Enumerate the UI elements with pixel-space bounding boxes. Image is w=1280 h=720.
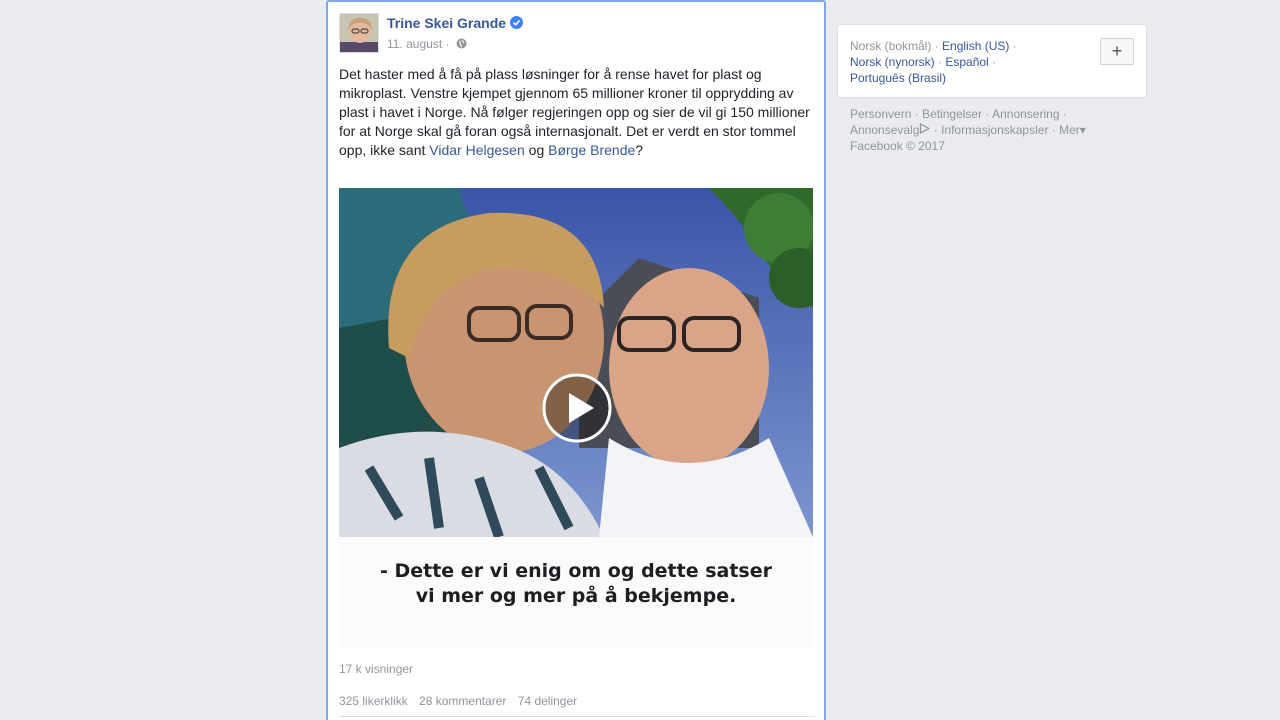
post-date[interactable]: 11. august bbox=[387, 37, 442, 51]
author-avatar[interactable] bbox=[339, 13, 379, 53]
comments-count[interactable]: 28 kommentarer bbox=[419, 694, 506, 708]
post-meta: 11. august · bbox=[387, 37, 467, 51]
footer-link-betingelser[interactable]: Betingelser bbox=[922, 107, 982, 121]
footer-link-personvern[interactable]: Personvern bbox=[850, 107, 911, 121]
caption-line-1: - Dette er vi enig om og dette satser bbox=[379, 560, 772, 582]
caption-line-2: vi mer og mer på å bekjempe. bbox=[415, 585, 737, 607]
footer-link-annonsering[interactable]: Annonsering bbox=[992, 107, 1059, 121]
copyright: Facebook © 2017 bbox=[850, 139, 945, 153]
video-player[interactable]: - Dette er vi enig om og dette satser vi… bbox=[339, 188, 813, 648]
adchoices-icon bbox=[919, 122, 931, 134]
page-footer: Personvern · Betingelser · Annonsering ·… bbox=[850, 107, 1086, 153]
mention-borge-brende[interactable]: Børge Brende bbox=[548, 142, 635, 158]
footer-link-mer[interactable]: Mer bbox=[1059, 123, 1080, 137]
language-portugues-brasil[interactable]: Português (Brasil) bbox=[850, 71, 946, 85]
meta-separator: · bbox=[442, 37, 453, 51]
language-espanol[interactable]: Español bbox=[945, 55, 988, 69]
footer-link-informasjonskapsler[interactable]: Informasjonskapsler bbox=[941, 123, 1048, 137]
language-english-us[interactable]: English (US) bbox=[942, 39, 1009, 53]
end-punctuation: ? bbox=[635, 142, 644, 158]
add-language-button[interactable]: + bbox=[1100, 38, 1134, 65]
mention-vidar-helgesen[interactable]: Vidar Helgesen bbox=[429, 142, 524, 158]
author-name-text[interactable]: Trine Skei Grande bbox=[387, 15, 506, 31]
author-name[interactable]: Trine Skei Grande bbox=[387, 15, 524, 31]
view-count: 17 k visninger bbox=[339, 662, 414, 676]
dropdown-caret-icon: ▾ bbox=[1079, 123, 1086, 137]
language-list: Norsk (bokmål) · English (US) · Norsk (n… bbox=[850, 39, 1017, 85]
mention-connector: og bbox=[524, 142, 549, 158]
language-norsk-nynorsk[interactable]: Norsk (nynorsk) bbox=[850, 55, 935, 69]
current-language: Norsk (bokmål) bbox=[850, 39, 932, 53]
feed-post: Trine Skei Grande 11. august · Det haste… bbox=[326, 0, 826, 720]
video-thumbnail bbox=[339, 188, 813, 537]
video-caption: - Dette er vi enig om og dette satser vi… bbox=[339, 537, 813, 648]
verified-badge-icon bbox=[510, 16, 524, 29]
footer-link-annonsevalg[interactable]: Annonsevalg bbox=[850, 123, 919, 137]
globe-icon bbox=[456, 38, 467, 49]
shares-count[interactable]: 74 delinger bbox=[518, 694, 577, 708]
post-body: Det haster med å få på plass løsninger f… bbox=[339, 65, 817, 160]
language-selector: Norsk (bokmål) · English (US) · Norsk (n… bbox=[837, 24, 1147, 98]
likes-count[interactable]: 325 likerklikk bbox=[339, 694, 408, 708]
play-icon[interactable] bbox=[542, 373, 612, 443]
engagement-stats: 325 likerklikk 28 kommentarer 74 delinge… bbox=[339, 694, 585, 708]
divider bbox=[339, 716, 815, 717]
